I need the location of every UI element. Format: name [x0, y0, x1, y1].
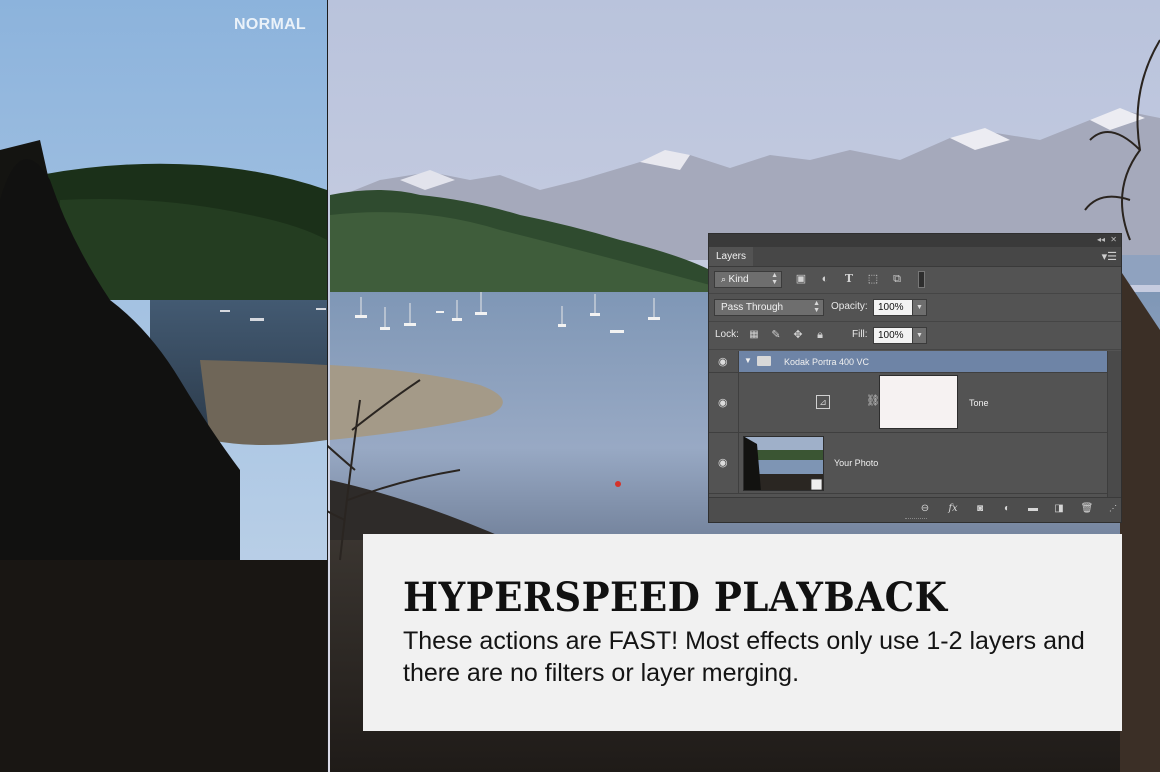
blend-mode-select[interactable]: Pass Through ▲ ▼ [714, 299, 824, 316]
lock-label: Lock: [715, 329, 739, 340]
lock-all-icon[interactable]: 🔒︎ [813, 328, 827, 342]
image-filter-icon[interactable]: ▣ [794, 272, 808, 286]
collapse-panel-icon[interactable]: ◂◂ [1097, 235, 1105, 244]
close-panel-icon[interactable]: ✕ [1110, 235, 1117, 244]
opacity-field[interactable]: 100% [873, 299, 917, 316]
visibility-toggle[interactable]: ◉ [709, 433, 739, 493]
layers-panel: ◂◂ ✕ Layers ▾☰ ⌕ Kind ▲ ▼ ▣ ◐ T ⬚ ⧉ Pass … [708, 233, 1122, 523]
panel-tab-row: Layers ▾☰ [709, 247, 1121, 267]
blend-row: Pass Through ▲ ▼ Opacity: 100% ▼ [709, 294, 1121, 322]
resize-grip-icon[interactable]: ⋰ [1105, 502, 1121, 516]
link-layers-icon[interactable]: ⊖ [917, 502, 933, 516]
lock-position-icon[interactable]: ✥ [791, 328, 805, 342]
layer-name[interactable]: Tone [969, 398, 989, 408]
layer-name[interactable]: Kodak Portra 400 VC [784, 357, 869, 367]
eye-icon: ◉ [718, 457, 728, 469]
tab-layers[interactable]: Layers [709, 247, 753, 266]
panel-menu-icon[interactable]: ▾☰ [1102, 250, 1117, 263]
add-mask-icon[interactable]: ◙ [972, 502, 988, 516]
spinner-icon: ▲ ▼ [771, 272, 778, 286]
search-icon: ⌕ [721, 274, 729, 284]
panel-titlebar[interactable]: ◂◂ ✕ [709, 234, 1121, 247]
layers-scrollbar[interactable] [1107, 351, 1121, 497]
adjustment-layer-icon: ⊿ [816, 395, 830, 409]
visibility-toggle[interactable]: ◉ [709, 373, 739, 432]
filter-kind-label: Kind [728, 274, 749, 285]
layer-row-adjustment[interactable]: ◉ ⊿ ⛓︎ Tone [709, 373, 1107, 433]
caption-heading: HYPERSPEED PLAYBACK [403, 574, 948, 621]
blend-mode-value: Pass Through [721, 302, 784, 313]
fill-field[interactable]: 100% [873, 327, 917, 344]
opacity-dropdown-icon[interactable]: ▼ [912, 299, 927, 316]
layer-thumbnail[interactable] [743, 436, 824, 491]
layer-name[interactable]: Your Photo [834, 458, 878, 468]
new-adjustment-icon[interactable]: ◐ [999, 502, 1015, 516]
lock-image-pixels-icon[interactable]: ✎ [769, 328, 783, 342]
caption-body: These actions are FAST! Most effects onl… [403, 627, 1085, 687]
layer-row-group[interactable]: ◉ ▼ Kodak Portra 400 VC [709, 351, 1107, 373]
filter-kind-select[interactable]: ⌕ Kind ▲ ▼ [714, 271, 782, 288]
fill-dropdown-icon[interactable]: ▼ [912, 327, 927, 344]
opacity-label: Opacity: [831, 301, 868, 312]
fill-label: Fill: [852, 329, 868, 340]
filter-toggle[interactable] [918, 271, 925, 288]
type-filter-icon[interactable]: T [842, 272, 856, 286]
folder-icon [757, 356, 771, 366]
normal-photo: NORMAL [0, 0, 327, 772]
layers-list: ◉ ▼ Kodak Portra 400 VC ◉ ⊿ ⛓︎ Tone ◉ Yo… [709, 351, 1121, 497]
eye-icon: ◉ [718, 396, 728, 409]
trash-icon[interactable]: 🗑︎ [1079, 502, 1095, 516]
link-chain-icon[interactable]: ⛓︎ [866, 394, 880, 407]
eye-icon: ◉ [718, 355, 728, 368]
new-layer-icon[interactable]: ◨ [1051, 502, 1067, 516]
comparison-divider[interactable] [327, 0, 328, 772]
comparison-label-normal: NORMAL [234, 16, 307, 33]
fx-icon[interactable]: fx [945, 502, 961, 516]
feature-caption: HYPERSPEED PLAYBACK These actions are FA… [363, 534, 1122, 731]
new-group-icon[interactable]: ▬ [1025, 502, 1041, 516]
smart-object-filter-icon[interactable]: ⧉ [890, 272, 904, 286]
filter-row: ⌕ Kind ▲ ▼ ▣ ◐ T ⬚ ⧉ [709, 266, 1121, 294]
shape-filter-icon[interactable]: ⬚ [866, 272, 880, 286]
lock-row: Lock: ▦ ✎ ✥ 🔒︎ Fill: 100% ▼ [709, 322, 1121, 350]
visibility-toggle[interactable]: ◉ [709, 351, 739, 372]
adjustment-filter-icon[interactable]: ◐ [818, 272, 832, 286]
spinner-icon: ▲ ▼ [813, 300, 820, 314]
lock-transparent-pixels-icon[interactable]: ▦ [747, 328, 761, 342]
panel-grip[interactable] [905, 518, 927, 522]
layers-bottom-toolbar: ⊖ fx ◙ ◐ ▬ ◨ 🗑︎ ⋰ [709, 497, 1121, 522]
layer-row-image[interactable]: ◉ Your Photo [709, 433, 1107, 494]
expand-triangle-icon[interactable]: ▼ [744, 356, 752, 365]
layer-mask-thumbnail[interactable] [879, 375, 958, 429]
